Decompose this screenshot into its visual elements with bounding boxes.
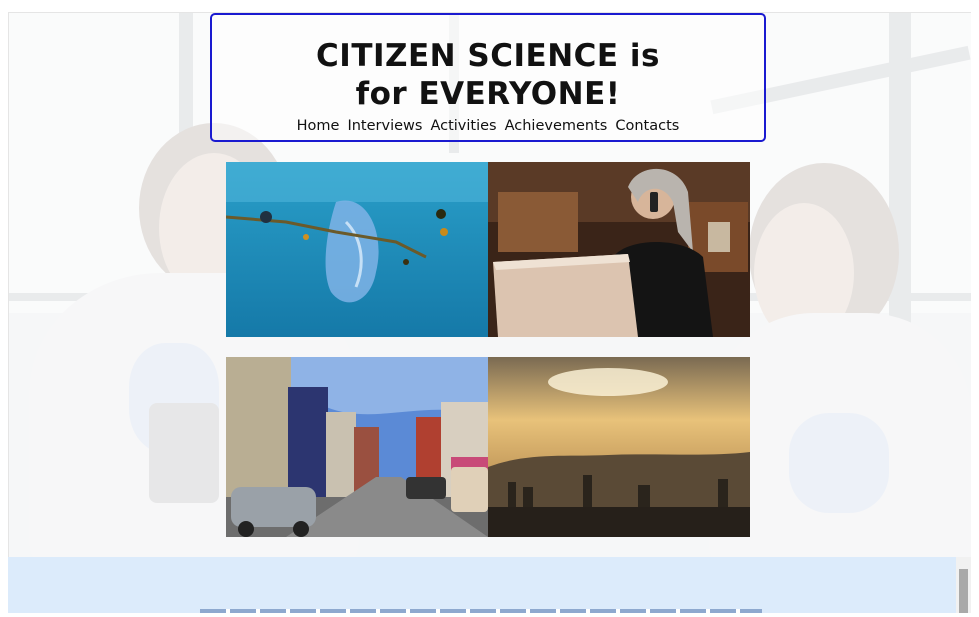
- photo-woman-phone: [488, 162, 750, 337]
- nav-contacts[interactable]: Contacts: [615, 118, 679, 134]
- footer-stripe: [200, 609, 762, 613]
- site-title: CITIZEN SCIENCE is for EVERYONE!: [316, 38, 660, 112]
- nav-achievements[interactable]: Achievements: [505, 118, 608, 134]
- page-scrollbar[interactable]: [956, 557, 971, 613]
- nav-interviews[interactable]: Interviews: [347, 118, 422, 134]
- photo-ocean-plastic: [226, 162, 488, 337]
- photo-city-street: [226, 357, 488, 537]
- main-nav: Home Interviews Activities Achievements …: [212, 118, 764, 134]
- photo-city-sunset: [488, 357, 750, 537]
- scrollbar-thumb[interactable]: [959, 569, 968, 613]
- nav-home[interactable]: Home: [297, 118, 340, 134]
- nav-activities[interactable]: Activities: [430, 118, 496, 134]
- footer-band: [8, 557, 956, 613]
- photo-gallery: [226, 162, 750, 537]
- site-header: CITIZEN SCIENCE is for EVERYONE! Home In…: [210, 13, 766, 142]
